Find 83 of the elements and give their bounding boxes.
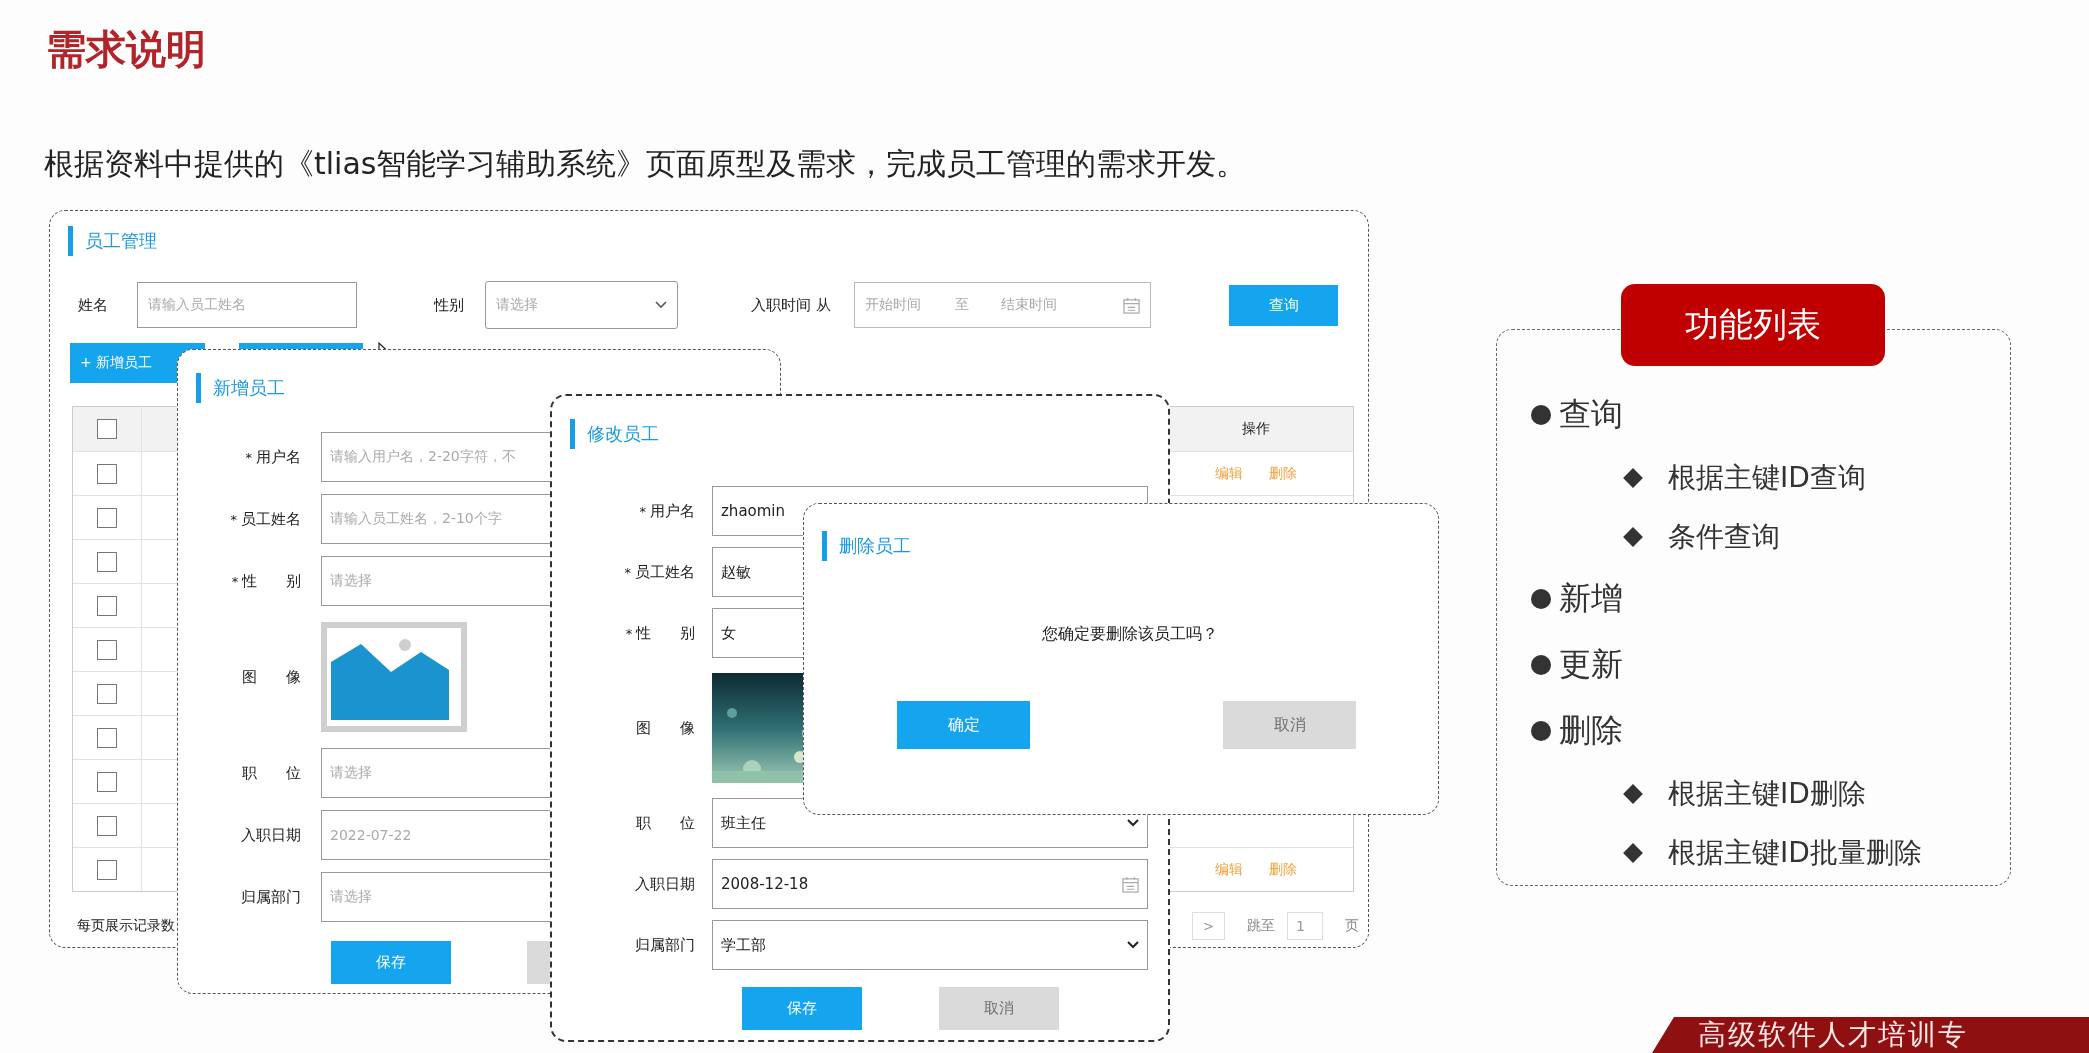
field-label: * 性 别	[624, 623, 695, 643]
checkbox[interactable]	[97, 859, 117, 880]
slide-title: 需求说明	[46, 25, 206, 74]
chevron-down-icon	[655, 301, 667, 309]
action-link[interactable]: 编辑	[1215, 464, 1243, 483]
checkbox[interactable]	[97, 683, 117, 704]
diamond-bullet-icon	[1622, 782, 1644, 805]
select-field[interactable]: 请选择	[485, 281, 678, 329]
field-label: * 员工姓名	[623, 562, 695, 582]
checkbox[interactable]	[97, 639, 117, 660]
search-button[interactable]: 查询	[1229, 284, 1338, 326]
chevron-down-icon	[1127, 941, 1139, 949]
field-label: 入职日期	[634, 874, 695, 894]
slide-description: 根据资料中提供的《tlias智能学习辅助系统》页面原型及需求，完成员工管理的需求开发。	[44, 145, 1247, 183]
calendar-icon	[1123, 296, 1140, 314]
image-placeholder-icon[interactable]	[321, 622, 467, 732]
banner-text: 高级软件人才培训专	[1698, 1017, 1968, 1053]
feature-subitem: 条件查询	[1668, 518, 1780, 555]
date-field[interactable]: 2008-12-18	[712, 859, 1148, 909]
calendar-icon	[1122, 875, 1139, 893]
action-link[interactable]: 删除	[1269, 464, 1297, 483]
checkbox[interactable]	[97, 727, 117, 748]
checkbox[interactable]	[97, 815, 117, 836]
feature-subitem: 根据主键ID批量删除	[1668, 834, 1922, 871]
checkbox[interactable]	[97, 419, 117, 439]
diamond-bullet-icon	[1622, 525, 1644, 548]
confirm-message: 您确定要删除该员工吗？	[1042, 624, 1218, 645]
field-label: * 员工姓名	[229, 509, 301, 529]
field-label: 入职日期	[240, 825, 301, 845]
feature-subitem: 根据主键ID删除	[1668, 775, 1866, 812]
page-size-label: 每页展示记录数	[77, 917, 175, 935]
checkbox[interactable]	[97, 551, 117, 572]
goto-label: 跳至	[1247, 917, 1275, 935]
filter-label: 性别	[434, 295, 465, 315]
field-label: 职 位	[241, 763, 301, 783]
dialog-title: 删除员工	[839, 534, 911, 558]
table-header-cell: 操作	[1242, 420, 1270, 438]
diamond-bullet-icon	[1622, 466, 1644, 489]
title-bar-mark	[822, 531, 827, 561]
field-label: * 用户名	[638, 501, 695, 521]
filter-label: 入职时间 从	[751, 295, 832, 315]
action-link[interactable]: 删除	[1269, 860, 1297, 879]
action-link[interactable]: 编辑	[1215, 860, 1243, 879]
chevron-down-icon	[1127, 819, 1139, 827]
page-input[interactable]: 1	[1287, 912, 1323, 940]
title-bar-mark	[68, 226, 73, 256]
save-button[interactable]: 保存	[742, 987, 862, 1030]
page-suffix: 页	[1345, 917, 1359, 935]
select-field[interactable]: 学工部	[712, 920, 1148, 970]
field-label: 职 位	[635, 813, 695, 833]
feature-item: 查询	[1559, 394, 1623, 435]
name-search-field[interactable]: 请输入员工姓名	[137, 282, 357, 328]
title-bar-mark	[196, 373, 201, 403]
bullet-icon	[1531, 405, 1551, 425]
diamond-bullet-icon	[1622, 841, 1644, 864]
feature-list-title: 功能列表	[1621, 284, 1885, 366]
date-range-field[interactable]: 开始时间 至 结束时间	[854, 282, 1151, 328]
confirm-button[interactable]: 确定	[897, 701, 1030, 749]
field-label: 归属部门	[240, 887, 301, 907]
feature-item: 新增	[1559, 578, 1623, 619]
bullet-icon	[1531, 589, 1551, 609]
checkbox[interactable]	[97, 595, 117, 616]
cancel-button[interactable]: 取消	[1223, 701, 1356, 749]
bullet-icon	[1531, 721, 1551, 741]
field-label: 图 像	[241, 667, 301, 687]
field-label: * 用户名	[244, 447, 301, 467]
feature-item: 更新	[1559, 644, 1623, 685]
feature-subitem: 根据主键ID查询	[1668, 459, 1866, 496]
cancel-button[interactable]: 取消	[939, 987, 1059, 1030]
title-bar-mark	[570, 419, 575, 449]
checkbox[interactable]	[97, 771, 117, 792]
feature-item: 删除	[1559, 710, 1623, 751]
bullet-icon	[1531, 655, 1551, 675]
next-page-button[interactable]: >	[1192, 912, 1225, 940]
field-label: 归属部门	[634, 935, 695, 955]
filter-label: 姓名	[78, 295, 109, 315]
panel-title: 员工管理	[85, 229, 157, 253]
field-label: 图 像	[635, 718, 695, 738]
save-button[interactable]: 保存	[331, 941, 451, 984]
checkbox[interactable]	[97, 507, 117, 528]
field-label: * 性 别	[230, 571, 301, 591]
checkbox[interactable]	[97, 463, 117, 484]
dialog-title: 新增员工	[213, 376, 285, 400]
